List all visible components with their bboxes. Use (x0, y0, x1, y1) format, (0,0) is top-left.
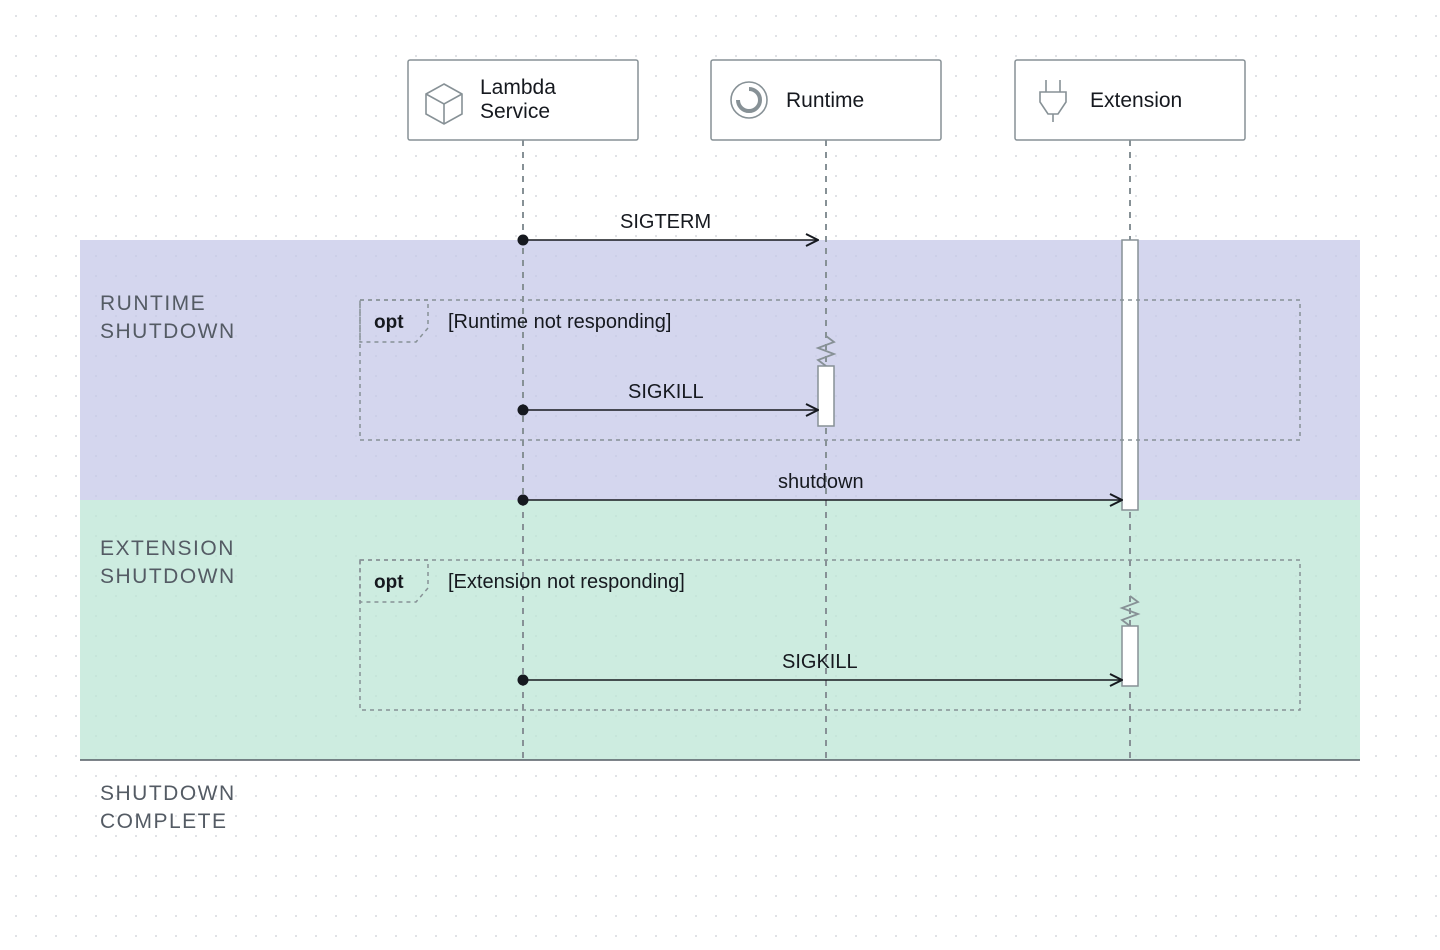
phase-runtime-label1: RUNTIME (100, 292, 206, 315)
sequence-diagram: RUNTIME SHUTDOWN EXTENSION SHUTDOWN SHUT… (0, 0, 1440, 950)
participant-extension-label: Extension (1090, 89, 1182, 112)
phase-complete-label2: COMPLETE (100, 810, 228, 833)
phase-complete-label1: SHUTDOWN (100, 782, 236, 805)
message-sigterm-label: SIGTERM (620, 211, 711, 233)
phase-runtime-band (80, 240, 1360, 500)
message-sigterm: SIGTERM (518, 211, 819, 246)
phase-runtime-label2: SHUTDOWN (100, 320, 236, 343)
phase-extension-label2: SHUTDOWN (100, 565, 236, 588)
phase-extension-label1: EXTENSION (100, 537, 235, 560)
participant-lambda: LambdaService (408, 60, 638, 140)
participant-extension: Extension (1015, 60, 1245, 140)
message-shutdown-label: shutdown (778, 471, 864, 493)
message-sigkill-extension-label: SIGKILL (782, 651, 858, 673)
opt-guard-runtime: [Runtime not responding] (448, 311, 671, 333)
participant-runtime: Runtime (711, 60, 941, 140)
participant-runtime-label: Runtime (786, 89, 864, 112)
opt-tag-runtime: opt (374, 312, 404, 333)
opt-tag-extension: opt (374, 572, 404, 593)
message-sigkill-runtime-label: SIGKILL (628, 381, 704, 403)
participant-lambda-label: LambdaService (480, 76, 556, 123)
phase-extension-band (80, 500, 1360, 760)
opt-guard-extension: [Extension not responding] (448, 571, 685, 593)
activation-extension (1122, 240, 1138, 510)
